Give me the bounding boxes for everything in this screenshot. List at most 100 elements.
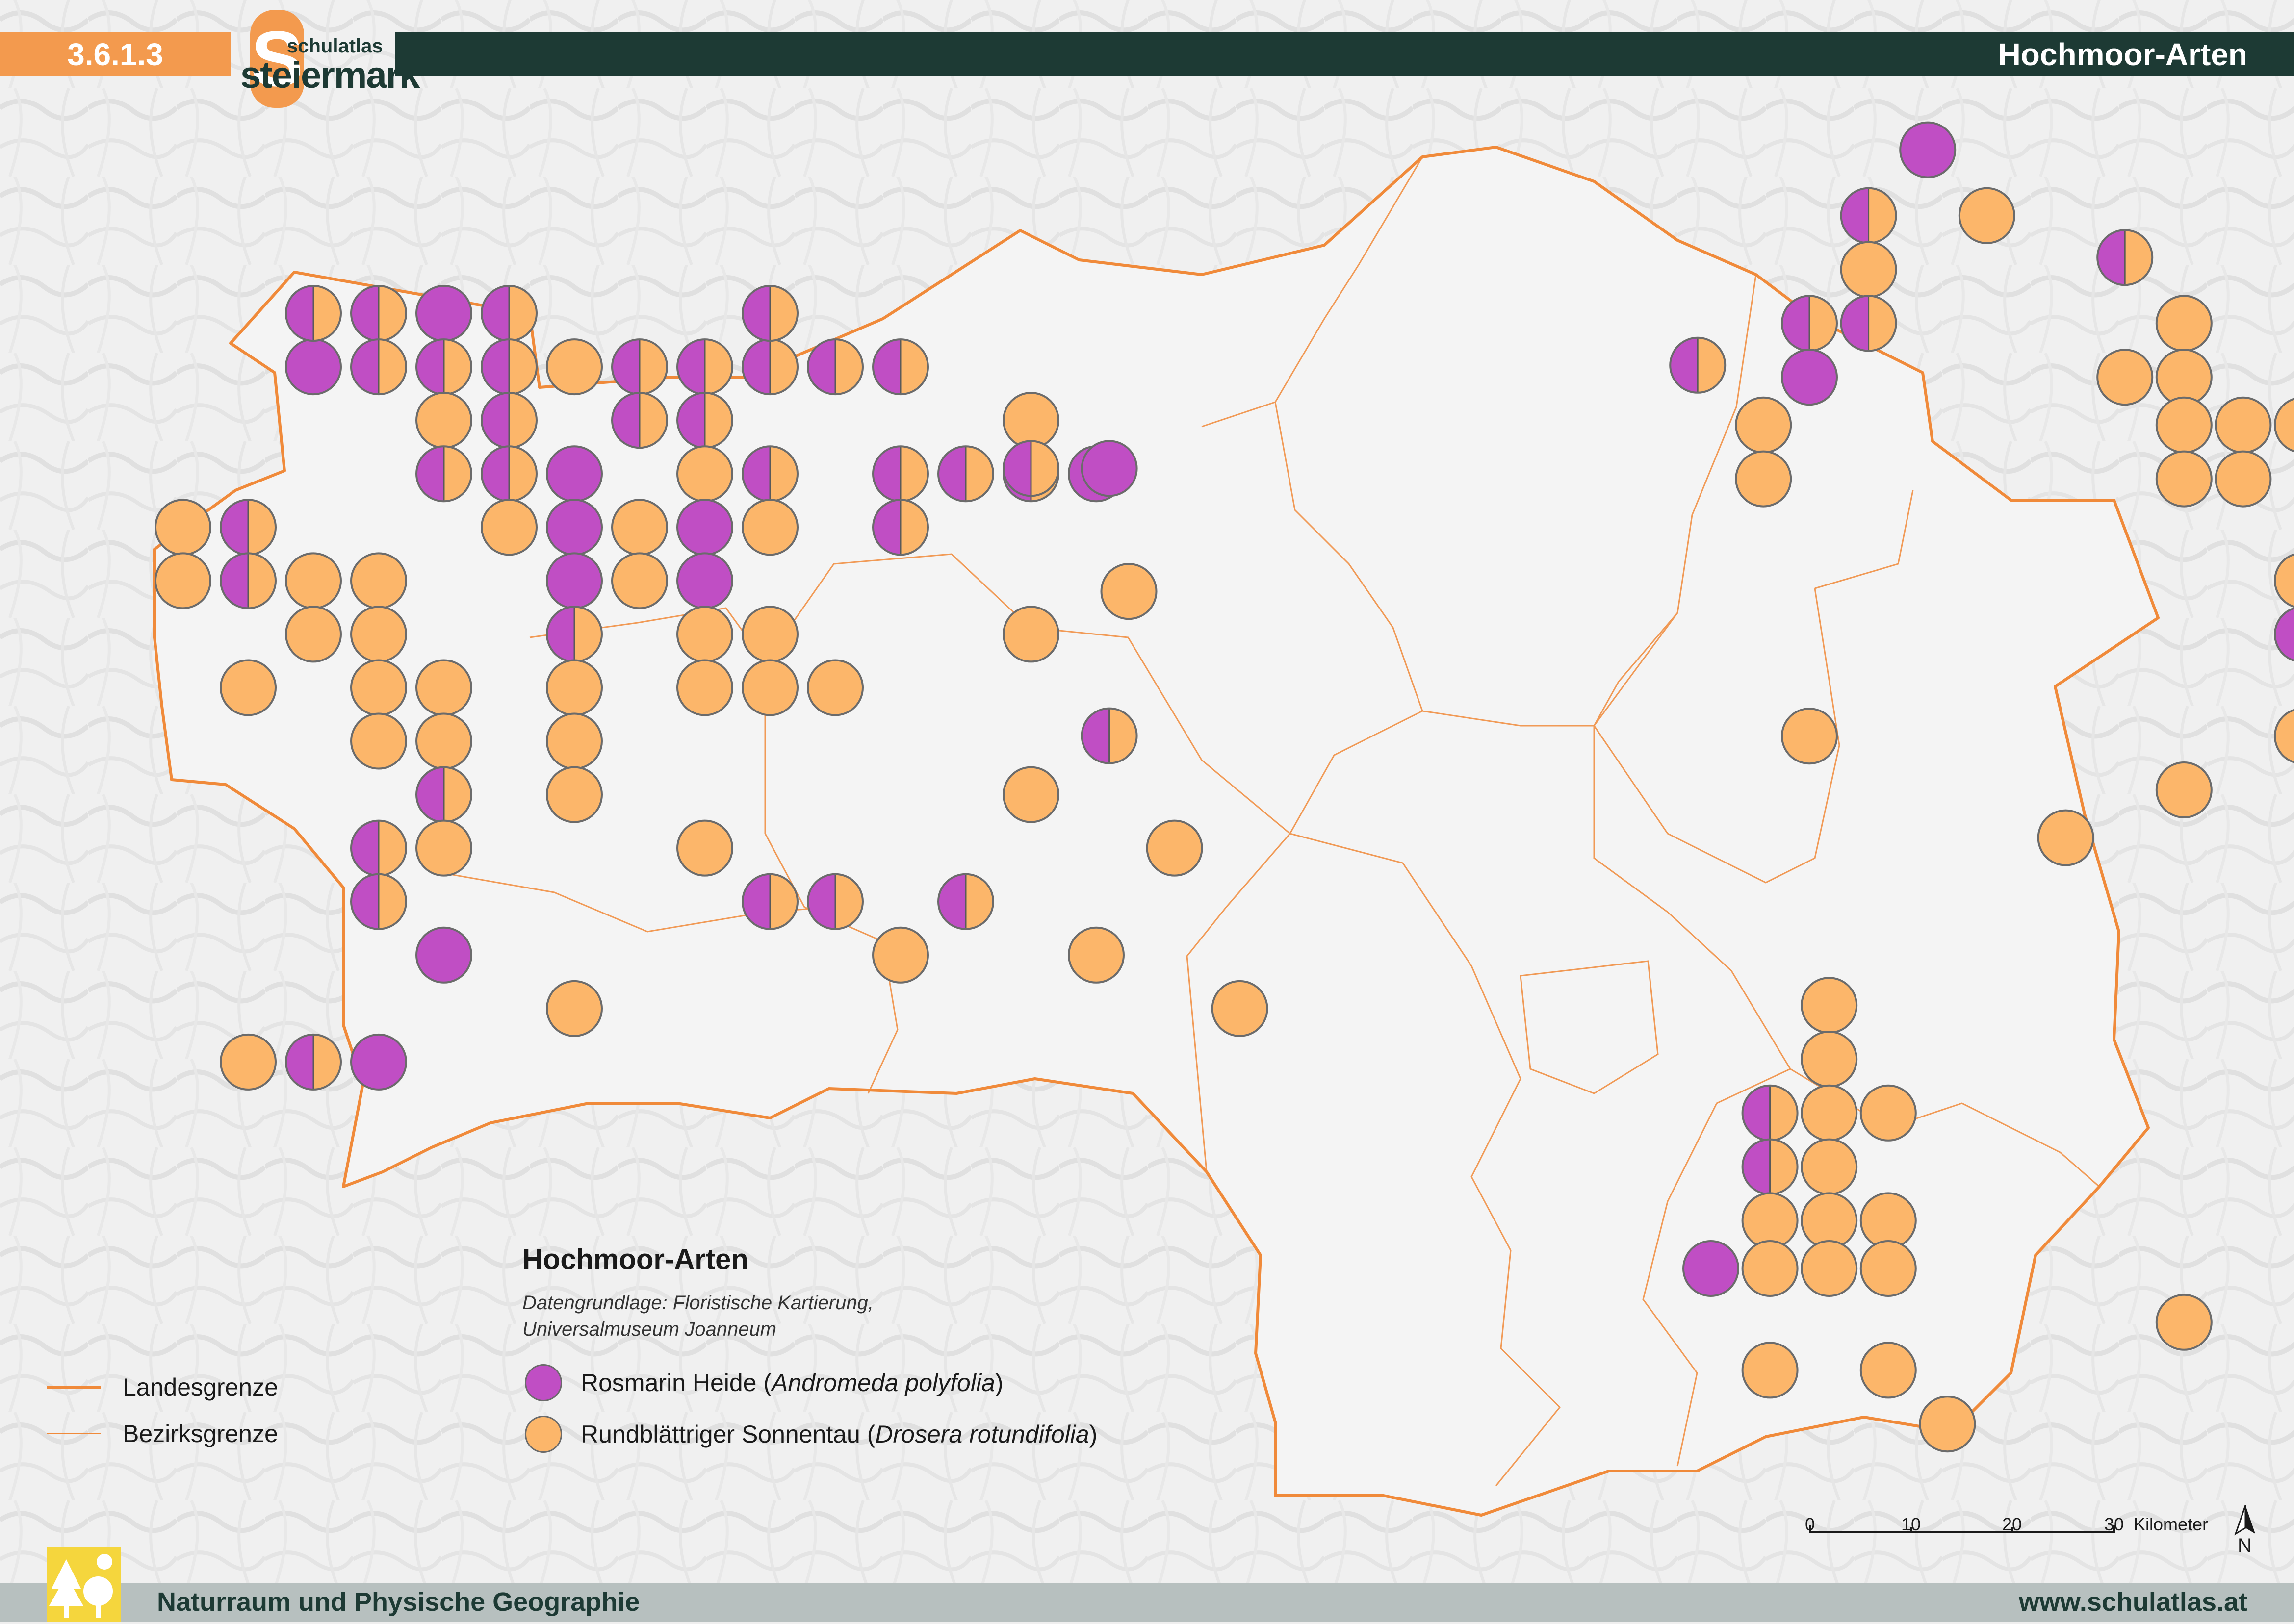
landesgrenze-label: Landesgrenze [123,1373,278,1401]
occurrence-dot-drosera [285,552,342,609]
occurrence-dot-drosera [155,552,211,609]
occurrence-dot-drosera [1735,450,1792,508]
north-arrow-icon: N [2231,1504,2260,1558]
occurrence-dot-both [742,445,799,503]
legend-dot-andromeda [525,1364,562,1401]
occurrence-dot-drosera [285,606,342,663]
occurrence-dot-drosera [676,445,733,503]
occurrence-dot-drosera [742,606,799,663]
occurrence-dot-drosera [415,712,472,770]
occurrence-dot-andromeda [676,499,733,556]
occurrence-dot-andromeda [1899,121,1957,178]
north-label: N [2238,1535,2252,1556]
occurrence-dot-both [481,392,538,449]
landesgrenze-line [47,1386,101,1389]
occurrence-dot-drosera [1068,926,1125,984]
occurrence-dot-drosera [1859,1342,1917,1399]
footer-url[interactable]: www.schulatlas.at [2019,1583,2247,1622]
occurrence-dot-both [220,552,277,609]
occurrence-dot-both [481,445,538,503]
occurrence-dot-both [1781,295,1838,352]
occurrence-dot-both [872,338,929,396]
occurrence-dot-both [350,873,407,930]
occurrence-dot-drosera [2155,450,2213,508]
occurrence-dot-drosera [1859,1084,1917,1142]
legend-label-andromeda: Rosmarin Heide (Andromeda polyfolia) [581,1369,1004,1396]
occurrence-dot-both [481,338,538,396]
occurrence-dot-both [611,338,668,396]
occurrence-dot-drosera [1840,241,1897,298]
occurrence-dot-drosera [1146,819,1203,877]
occurrence-dot-drosera [1781,708,1838,765]
footer-bar: Naturraum und Physische Geographie www.s… [0,1583,2294,1622]
occurrence-dot-both [415,766,472,823]
occurrence-dot-drosera [1741,1240,1799,1297]
occurrence-dot-drosera [742,659,799,716]
section-number: 3.6.1.3 [0,32,231,76]
occurrence-dot-drosera [872,926,929,984]
legend-landesgrenze: Landesgrenze [47,1373,278,1401]
occurrence-dot-both [546,606,603,663]
occurrence-dot-drosera [350,606,407,663]
logo-main-text: steiermark [240,54,420,96]
legend-title: Hochmoor-Arten [522,1243,748,1275]
occurrence-dot-drosera [1801,1192,1858,1249]
occurrence-dot-andromeda [1682,1240,1739,1297]
occurrence-dot-drosera [807,659,864,716]
occurrence-dot-both [285,285,342,342]
occurrence-dot-andromeda [1081,440,1138,497]
occurrence-dot-both [872,445,929,503]
occurrence-dot-drosera [1859,1240,1917,1297]
occurrence-dot-both [415,338,472,396]
legend-source: Datengrundlage: Floristische Kartierung,… [522,1290,874,1343]
occurrence-dot-drosera [1003,392,1059,449]
map [0,0,2294,1622]
occurrence-dot-both [481,285,538,342]
occurrence-dot-both [807,338,864,396]
occurrence-dot-drosera [1211,980,1268,1037]
occurrence-dot-drosera [546,338,603,396]
occurrence-dot-both [1081,707,1138,764]
occurrence-dot-drosera [1801,1138,1858,1195]
logo: S schulatlas steiermark [240,10,420,108]
scale-tick-10: 10 [1901,1514,1921,1534]
occurrence-dot-drosera [676,659,733,716]
occurrence-dot-drosera [1741,1192,1799,1249]
forest-sun-icon [47,1547,121,1622]
scale-tick-30: 30 [2104,1514,2124,1534]
occurrence-dot-drosera [350,659,407,716]
occurrence-dot-both [742,285,799,342]
occurrence-dot-drosera [415,392,472,449]
occurrence-dot-drosera [1741,1342,1799,1399]
occurrence-dot-both [1840,187,1897,244]
occurrence-dot-drosera [1801,977,1858,1034]
occurrence-dot-drosera [415,659,472,716]
occurrence-dot-both [1840,295,1897,352]
occurrence-dot-both [937,873,994,930]
occurrence-dot-both [1741,1084,1799,1142]
occurrence-dot-both [742,338,799,396]
occurrence-dot-drosera [220,659,277,716]
bezirksgrenze-label: Bezirksgrenze [123,1420,278,1447]
occurrence-dot-drosera [1801,1031,1858,1088]
occurrence-dot-both [807,873,864,930]
legend-item-drosera: Rundblättriger Sonnentau (Drosera rotund… [525,1412,1097,1456]
occurrence-dot-drosera [350,712,407,770]
occurrence-dot-andromeda [415,285,472,342]
occurrence-dot-drosera [2155,1294,2213,1351]
occurrence-dot-both [1003,440,1059,497]
occurrence-dot-andromeda [1781,349,1838,406]
occurrence-dot-drosera [676,606,733,663]
occurrence-dot-drosera [1801,1240,1858,1297]
scale-unit: Kilometer [2134,1514,2209,1534]
legend-bezirksgrenze: Bezirksgrenze [47,1420,278,1448]
occurrence-dot-drosera [611,552,668,609]
occurrence-dot-drosera [2155,761,2213,818]
occurrence-dot-andromeda [676,552,733,609]
occurrence-dot-drosera [1919,1396,1976,1453]
occurrence-dot-both [611,392,668,449]
occurrence-dot-drosera [2215,450,2272,508]
occurrence-dot-drosera [220,1033,277,1091]
occurrence-dot-both [937,445,994,503]
occurrence-dot-both [285,1033,342,1091]
